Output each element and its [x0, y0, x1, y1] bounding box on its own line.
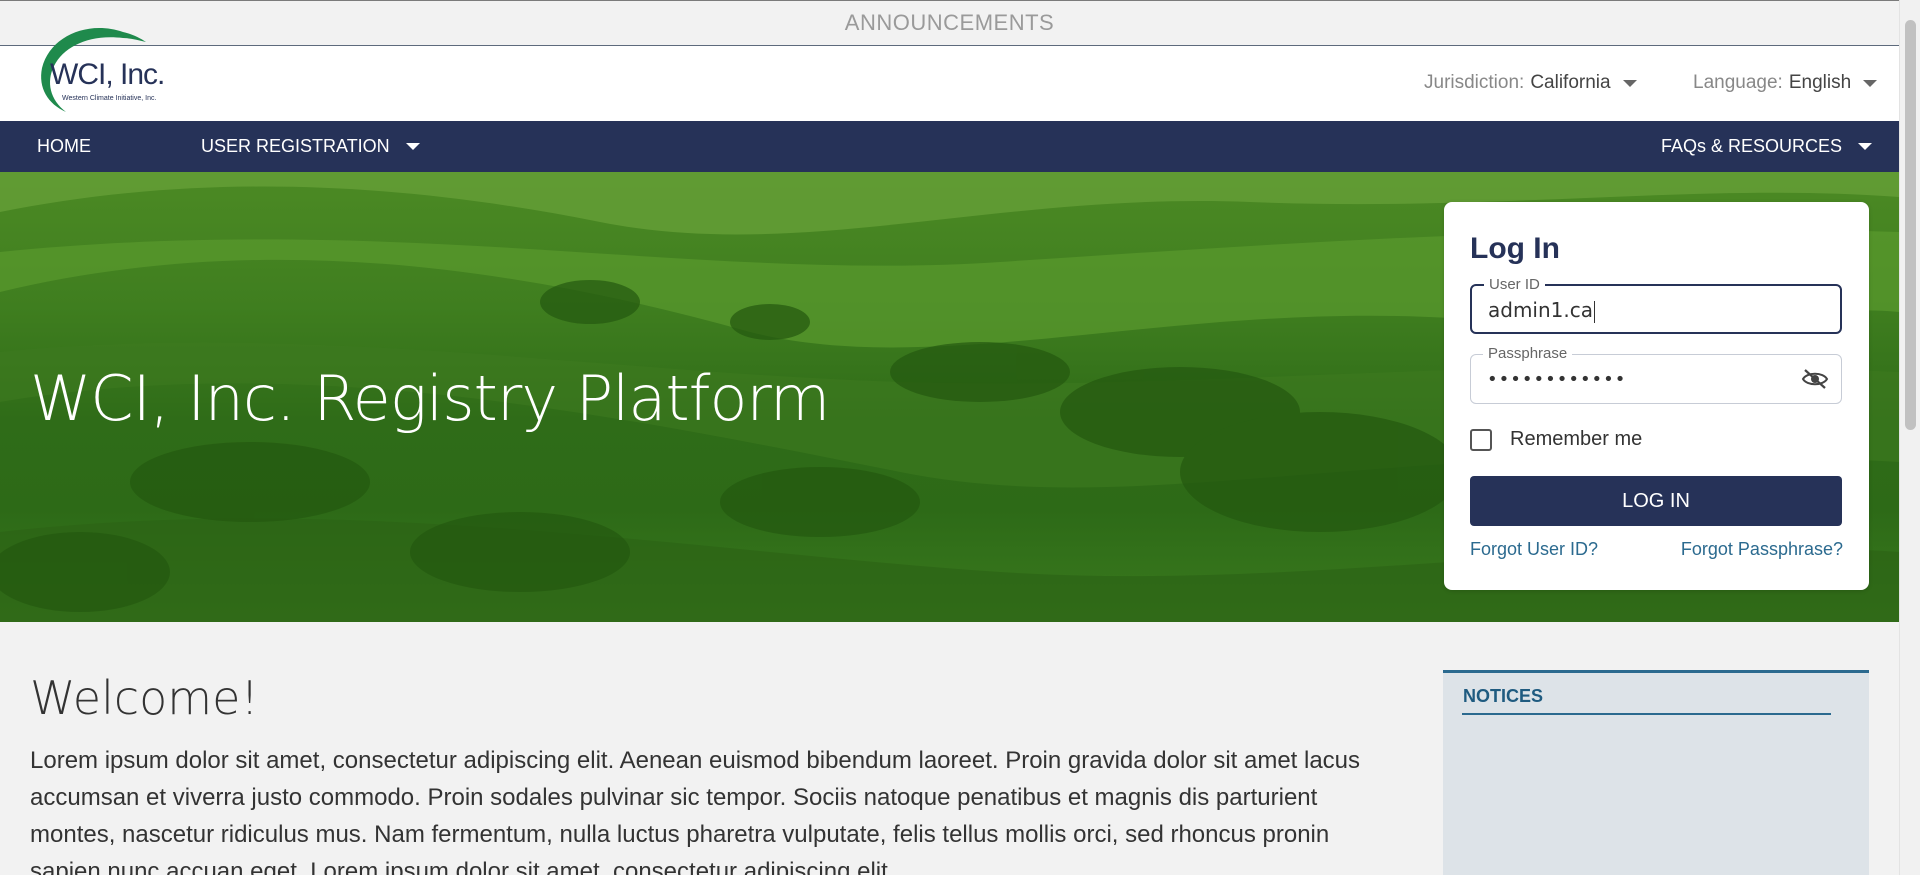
- logo-subtitle: Western Climate Initiative, Inc.: [62, 95, 157, 102]
- welcome-heading: Welcome!: [30, 671, 259, 725]
- site-header: WCI, Inc. Western Climate Initiative, In…: [0, 28, 1899, 121]
- caret-down-icon: [1622, 79, 1637, 87]
- jurisdiction-select[interactable]: Jurisdiction: California: [1424, 72, 1637, 94]
- user-id-value: admin1.ca: [1488, 298, 1593, 322]
- passphrase-field[interactable]: Passphrase ••••••••••••: [1470, 345, 1842, 404]
- language-value: English: [1788, 72, 1852, 93]
- hero-title: WCI, Inc. Registry Platform: [30, 362, 830, 435]
- passphrase-label: Passphrase: [1483, 345, 1573, 362]
- announcements-label: ANNOUNCEMENTS: [844, 10, 1055, 35]
- nav-user-registration-label: USER REGISTRATION: [201, 136, 390, 156]
- passphrase-value: ••••••••••••: [1487, 369, 1627, 390]
- forgot-passphrase-link[interactable]: Forgot Passphrase?: [1681, 539, 1843, 560]
- nav-user-registration[interactable]: USER REGISTRATION: [201, 121, 420, 172]
- user-id-label: User ID: [1484, 276, 1545, 293]
- eye-off-icon[interactable]: [1801, 367, 1829, 391]
- nav-home-label: HOME: [37, 136, 91, 156]
- login-card: Log In User ID admin1.ca Passphrase ••••…: [1444, 202, 1869, 590]
- notices-divider: [1462, 713, 1831, 715]
- caret-down-icon: [1863, 79, 1878, 87]
- forgot-user-id-link[interactable]: Forgot User ID?: [1470, 539, 1598, 560]
- nav-faqs-resources[interactable]: FAQs & RESOURCES: [1661, 121, 1873, 172]
- main-nav: HOME USER REGISTRATION FAQs & RESOURCES: [0, 121, 1899, 172]
- login-title: Log In: [1470, 232, 1560, 265]
- scrollbar-thumb[interactable]: [1905, 20, 1916, 430]
- login-button[interactable]: LOG IN: [1470, 476, 1842, 526]
- caret-down-icon: [405, 143, 420, 150]
- remember-me-checkbox[interactable]: [1470, 428, 1492, 451]
- user-id-field[interactable]: User ID admin1.ca: [1470, 276, 1842, 334]
- jurisdiction-value: California: [1530, 72, 1611, 93]
- nav-home[interactable]: HOME: [37, 121, 91, 172]
- notices-title: NOTICES: [1463, 686, 1544, 706]
- page-scrollbar[interactable]: [1899, 0, 1920, 875]
- language-select[interactable]: Language: English: [1693, 72, 1878, 94]
- notices-panel: NOTICES: [1443, 670, 1869, 875]
- welcome-paragraph: Lorem ipsum dolor sit amet, consectetur …: [30, 747, 1361, 875]
- caret-down-icon: [1858, 143, 1873, 150]
- nav-faqs-label: FAQs & RESOURCES: [1661, 136, 1843, 156]
- page: ANNOUNCEMENTS WCI, Inc. Western Climate …: [0, 0, 1899, 875]
- announcements-bar[interactable]: ANNOUNCEMENTS: [0, 0, 1899, 46]
- remember-me[interactable]: Remember me: [1470, 428, 1642, 451]
- language-label: Language:: [1693, 72, 1783, 93]
- logo-text: WCI, Inc.: [50, 58, 165, 91]
- jurisdiction-label: Jurisdiction:: [1424, 72, 1525, 93]
- remember-me-label: Remember me: [1510, 428, 1643, 450]
- wci-logo[interactable]: WCI, Inc. Western Climate Initiative, In…: [28, 16, 178, 116]
